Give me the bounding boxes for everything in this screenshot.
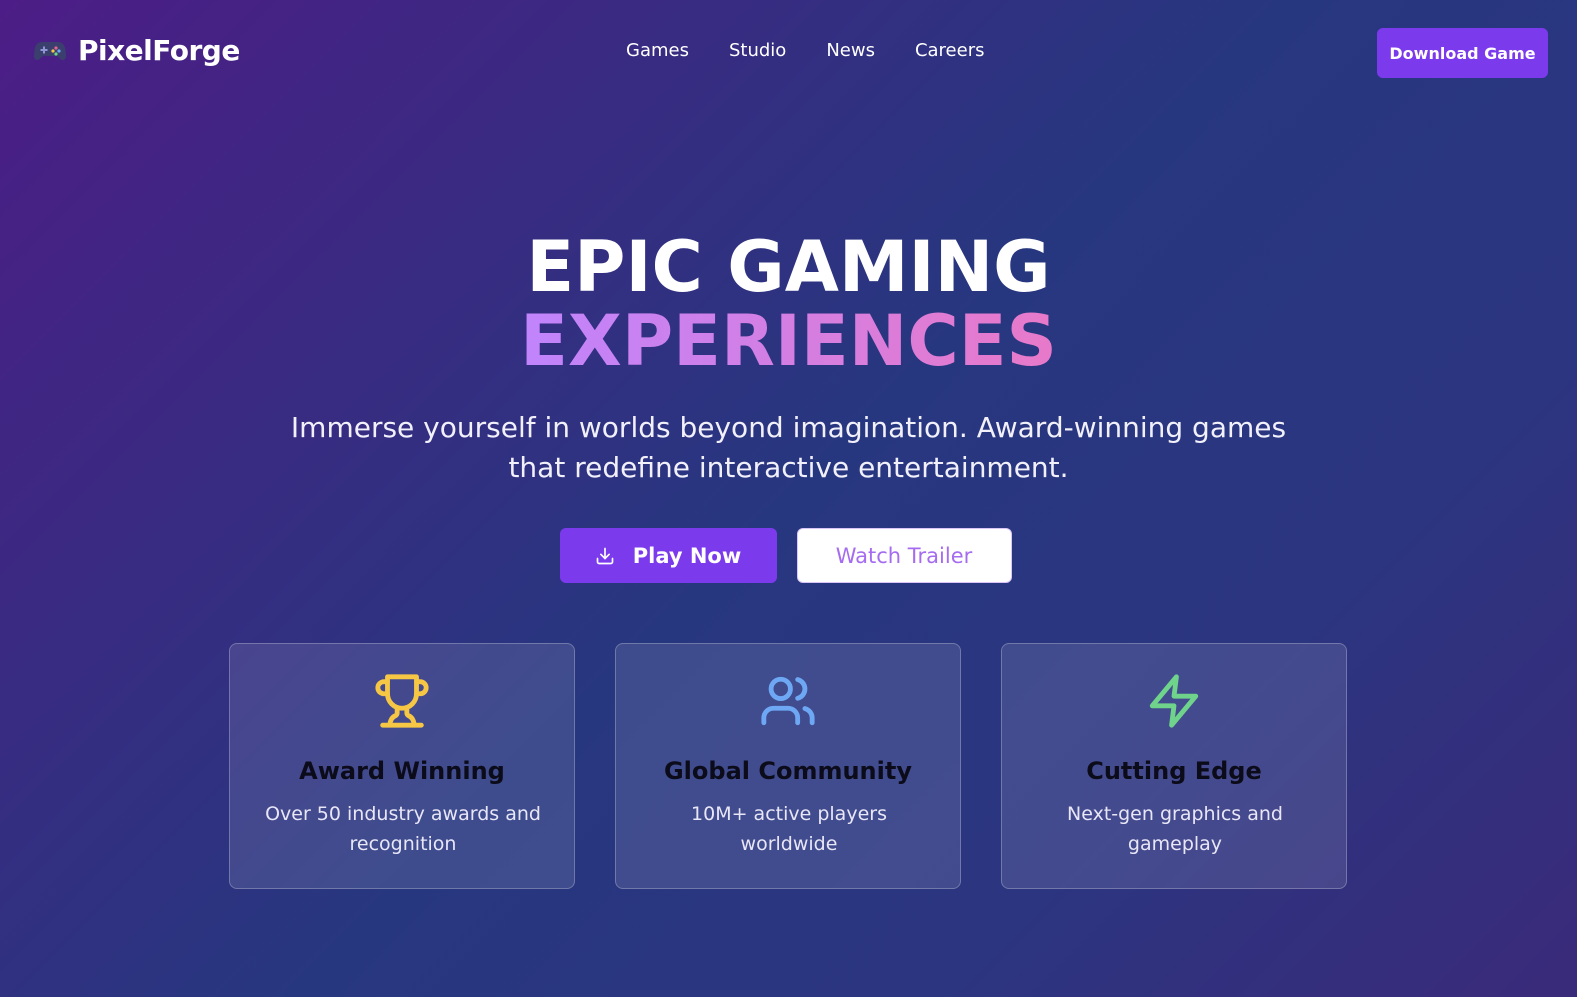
hero-subtitle: Immerse yourself in worlds beyond imagin… (290, 411, 1287, 484)
play-now-button[interactable]: Play Now (559, 528, 777, 583)
feature-title: Global Community (663, 757, 912, 785)
feature-card-tech: Cutting Edge Next-gen graphics and gamep… (1001, 643, 1347, 889)
play-now-label: Play Now (632, 543, 742, 568)
users-icon (616, 672, 960, 730)
top-navigation: PixelForge Games Studio News Careers Dow… (0, 0, 1577, 108)
hero-title-line2: EXPERIENCES (520, 300, 1057, 382)
landing-page: PixelForge Games Studio News Careers Dow… (0, 0, 1577, 997)
feature-title: Award Winning (299, 757, 505, 785)
nav-link-studio[interactable]: Studio (729, 40, 786, 61)
feature-title: Cutting Edge (1086, 757, 1262, 785)
nav-link-games[interactable]: Games (626, 40, 689, 61)
feature-card-community: Global Community 10M+ active players wor… (615, 643, 961, 889)
feature-description: Over 50 industry awards and recognition (265, 803, 541, 855)
gamepad-icon (34, 35, 66, 67)
feature-cards: Award Winning Over 50 industry awards an… (229, 643, 1347, 889)
trophy-icon (230, 672, 574, 730)
watch-trailer-button[interactable]: Watch Trailer (796, 528, 1012, 583)
hero-title-line1: EPIC GAMING (526, 226, 1051, 308)
feature-description: Next-gen graphics and gameplay (1067, 803, 1283, 855)
nav-link-news[interactable]: News (826, 40, 875, 61)
zap-icon (1002, 672, 1346, 730)
feature-description: 10M+ active players worldwide (691, 803, 887, 855)
download-icon (595, 546, 615, 566)
feature-card-award: Award Winning Over 50 industry awards an… (229, 643, 575, 889)
brand-name: PixelForge (78, 34, 240, 67)
nav-links: Games Studio News Careers (626, 40, 984, 61)
hero-title: EPIC GAMING EXPERIENCES (0, 230, 1577, 378)
download-game-button[interactable]: Download Game (1377, 28, 1548, 78)
hero-actions: Play Now Watch Trailer (0, 528, 1577, 583)
nav-link-careers[interactable]: Careers (915, 40, 985, 61)
brand-logo[interactable]: PixelForge (34, 34, 240, 67)
